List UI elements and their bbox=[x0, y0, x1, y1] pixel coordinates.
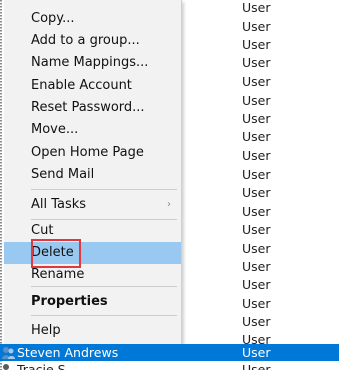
chevron-right-icon: › bbox=[167, 199, 171, 210]
menu-item-label: Help bbox=[31, 323, 61, 338]
menu-item-add-to-group[interactable]: Add to a group... bbox=[4, 30, 181, 52]
menu-item-move[interactable]: Move... bbox=[4, 119, 181, 141]
menu-item-reset-password[interactable]: Reset Password... bbox=[4, 97, 181, 119]
menu-separator bbox=[31, 286, 177, 287]
menu-item-label: Add to a group... bbox=[31, 33, 140, 48]
menu-item-enable-account[interactable]: Enable Account bbox=[4, 75, 181, 97]
menu-item-all-tasks[interactable]: All Tasks › bbox=[4, 194, 181, 216]
type-cell: User bbox=[242, 37, 271, 52]
user-icon bbox=[3, 364, 9, 370]
type-cell: User bbox=[242, 296, 271, 311]
menu-item-label: Reset Password... bbox=[31, 100, 145, 115]
type-cell: User bbox=[242, 93, 271, 108]
menu-separator bbox=[31, 315, 177, 316]
menu-item-name-mappings[interactable]: Name Mappings... bbox=[4, 52, 181, 74]
type-cell: User bbox=[242, 204, 271, 219]
menu-separator bbox=[31, 189, 177, 190]
menu-item-label: Name Mappings... bbox=[31, 55, 149, 70]
table-row[interactable]: Tracie S... User bbox=[0, 361, 339, 370]
type-cell: User bbox=[242, 167, 271, 182]
type-cell: User bbox=[242, 111, 271, 126]
type-cell: User bbox=[242, 74, 271, 89]
menu-item-label: Properties bbox=[31, 294, 108, 309]
type-cell: User bbox=[242, 129, 271, 144]
row-name: Tracie S... bbox=[17, 362, 78, 370]
row-type: User bbox=[242, 345, 271, 360]
type-cell: User bbox=[242, 19, 271, 34]
type-cell: User bbox=[242, 314, 271, 329]
menu-item-label: Copy... bbox=[31, 11, 75, 26]
type-cell: User bbox=[242, 259, 271, 274]
menu-item-label: Move... bbox=[31, 122, 79, 137]
type-cell: User bbox=[242, 222, 271, 237]
user-icon bbox=[2, 347, 15, 359]
type-cell: User bbox=[242, 0, 271, 15]
type-cell: User bbox=[242, 185, 271, 200]
row-name: Steven Andrews bbox=[17, 345, 119, 360]
highlight-annotation bbox=[31, 239, 81, 268]
type-cell: User bbox=[242, 55, 271, 70]
menu-item-open-home-page[interactable]: Open Home Page bbox=[4, 142, 181, 164]
menu-item-label: Enable Account bbox=[31, 78, 132, 93]
row-type: User bbox=[242, 362, 271, 370]
menu-item-properties[interactable]: Properties bbox=[4, 291, 181, 313]
menu-item-help[interactable]: Help bbox=[4, 320, 181, 342]
type-cell: User bbox=[242, 241, 271, 256]
menu-item-label: Open Home Page bbox=[31, 145, 144, 160]
menu-item-send-mail[interactable]: Send Mail bbox=[4, 164, 181, 186]
table-row-selected[interactable]: Steven Andrews User bbox=[0, 344, 339, 361]
menu-item-label: All Tasks bbox=[31, 197, 87, 212]
tree-dotted-edge bbox=[0, 0, 3, 370]
type-cell: User bbox=[242, 277, 271, 292]
menu-item-copy[interactable]: Copy... bbox=[4, 8, 181, 30]
context-menu: Copy... Add to a group... Name Mappings.… bbox=[4, 0, 182, 345]
menu-item-label: Send Mail bbox=[31, 167, 95, 182]
type-cell: User bbox=[242, 148, 271, 163]
